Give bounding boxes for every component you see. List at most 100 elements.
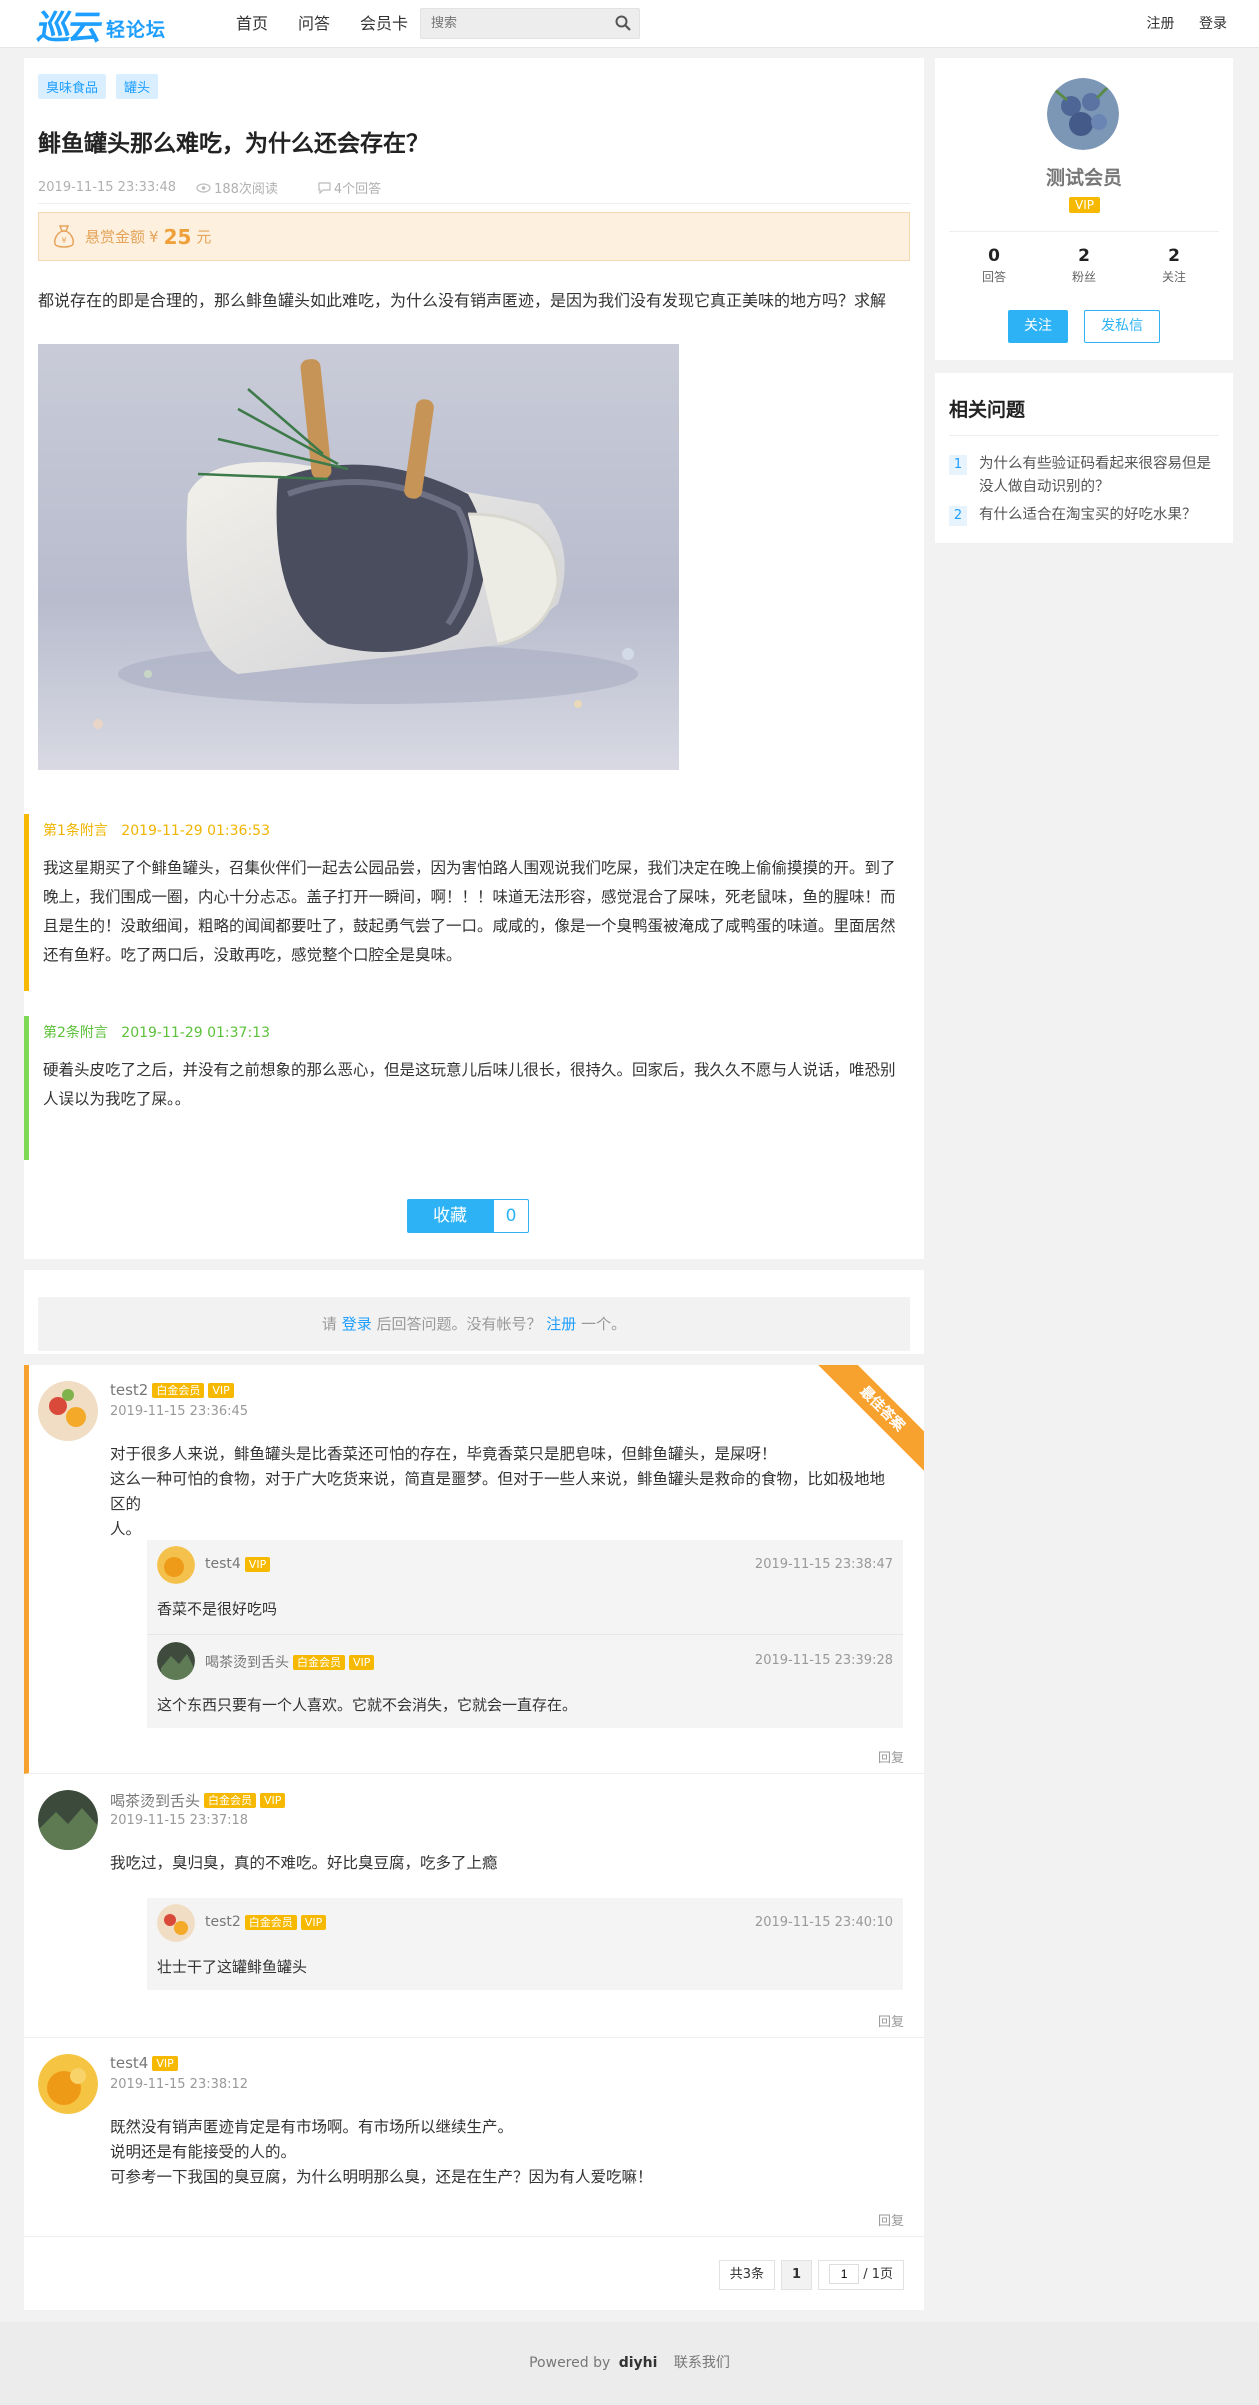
reward-unit: 元	[196, 228, 212, 246]
append-1: 第1条附言 2019-11-29 01:36:53 我这星期买了个鲱鱼罐头，召集…	[24, 814, 924, 991]
append-text: 我这星期买了个鲱鱼罐头，召集伙伴们一起去公园品尝，因为害怕路人围观说我们吃屎，我…	[43, 859, 896, 964]
question-card: 臭味食品 罐头 鲱鱼罐头那么难吃，为什么还会存在？ 2019-11-15 23:…	[24, 58, 924, 1259]
comment-icon	[318, 181, 331, 194]
reply-button[interactable]: 回复	[878, 2011, 904, 2030]
related-title: 相关问题	[949, 399, 1026, 421]
append-time: 2019-11-29 01:36:53	[121, 823, 270, 839]
answer-time: 2019-11-15 23:38:12	[110, 2077, 249, 2092]
badge-platinum: 白金会员	[293, 1654, 345, 1670]
favorite-control: 收藏 0	[407, 1199, 529, 1233]
related-item[interactable]: 1 为什么有些验证码看起来很容易但是没人做自动识别的？	[949, 453, 1221, 499]
related-num: 2	[949, 506, 967, 526]
append-time: 2019-11-29 01:37:13	[121, 1025, 270, 1041]
reward-amount: 25	[163, 224, 192, 249]
badge-vip: VIP	[349, 1654, 375, 1670]
stat-answers[interactable]: 0 回答	[949, 246, 1039, 285]
search-input[interactable]	[421, 9, 601, 38]
append-label: 第2条附言	[43, 1025, 108, 1041]
pager-input[interactable]	[829, 2264, 860, 2284]
reply-text: 这个东西只要有一个人喜欢。它就不会消失，它就会一直存在。	[157, 1696, 578, 1714]
answer-count: 4个回答	[333, 182, 382, 197]
login-link[interactable]: 登录	[342, 1315, 372, 1333]
search-box	[420, 8, 640, 39]
contact-link[interactable]: 联系我们	[674, 2355, 730, 2371]
logo-sub-text: 轻论坛	[106, 18, 167, 41]
favorite-count: 0	[493, 1199, 529, 1233]
badge-platinum: 白金会员	[204, 1793, 257, 1808]
reply-username[interactable]: test2	[205, 1914, 241, 1930]
nav-home[interactable]: 首页	[236, 0, 268, 48]
herring-photo	[38, 344, 679, 770]
answer-item: 最佳答案 test2 白金会员 VIP 2019-11-15 23:36:45 …	[24, 1365, 924, 1774]
logo-main-text: 巡云	[34, 7, 103, 48]
answer-username[interactable]: test4	[110, 2054, 148, 2072]
reply-list: test2 白金会员 VIP 2019-11-15 23:40:10 壮士干了这…	[147, 1898, 903, 1990]
reward-currency: ¥	[149, 227, 159, 246]
profile-avatar[interactable]	[1047, 78, 1119, 150]
stat-following[interactable]: 2 关注	[1129, 246, 1219, 285]
related-link[interactable]: 有什么适合在淘宝买的好吃水果？	[979, 507, 1197, 523]
reply-time: 2019-11-15 23:38:47	[754, 1557, 893, 1572]
avatar[interactable]	[38, 1790, 98, 1850]
register-link[interactable]: 注册	[1147, 16, 1175, 32]
reply-text: 壮士干了这罐鲱鱼罐头	[157, 1958, 308, 1976]
reply-button[interactable]: 回复	[878, 1747, 904, 1766]
reply-button[interactable]: 回复	[878, 2210, 904, 2229]
profile-card: 测试会员 VIP 0 回答 2 粉丝 2 关注 关注 发私信	[935, 58, 1233, 360]
tag-item[interactable]: 臭味食品	[38, 74, 107, 99]
avatar[interactable]	[38, 2054, 98, 2114]
main-nav: 首页 问答 会员卡	[236, 0, 438, 48]
related-link[interactable]: 为什么有些验证码看起来很容易但是没人做自动识别的？	[979, 456, 1211, 495]
answer-text: 对于很多人来说，鲱鱼罐头是比香菜还可怕的存在，毕竟香菜只是肥皂味，但鲱鱼罐头，是…	[110, 1445, 886, 1538]
eye-icon	[196, 182, 211, 193]
login-link[interactable]: 登录	[1199, 16, 1227, 32]
brand-link[interactable]: diyhi	[619, 2355, 658, 2371]
stat-followers[interactable]: 2 粉丝	[1039, 246, 1129, 285]
question-image	[38, 344, 679, 770]
message-button[interactable]: 发私信	[1084, 310, 1160, 343]
avatar[interactable]	[157, 1642, 195, 1680]
related-item[interactable]: 2 有什么适合在淘宝买的好吃水果？	[949, 504, 1221, 527]
answer-time: 2019-11-15 23:36:45	[110, 1404, 249, 1419]
powered-by: Powered by	[529, 2355, 611, 2371]
reply-username[interactable]: test4	[205, 1556, 241, 1572]
footer: Powered by diyhi 联系我们	[0, 2322, 1259, 2405]
reply-username[interactable]: 喝茶烫到舌头	[205, 1652, 289, 1672]
reply-time: 2019-11-15 23:40:10	[754, 1915, 893, 1930]
favorite-button[interactable]: 收藏	[407, 1199, 493, 1233]
search-icon[interactable]	[615, 15, 631, 31]
avatar[interactable]	[157, 1546, 195, 1584]
register-link[interactable]: 注册	[546, 1315, 576, 1333]
badge-platinum: 白金会员	[244, 1914, 297, 1930]
tag-item[interactable]: 罐头	[116, 74, 159, 99]
reply-list: test4 VIP 2019-11-15 23:38:47 香菜不是很好吃吗 喝…	[147, 1540, 903, 1728]
login-tip: 请 登录 后回答问题。没有帐号？ 注册 一个。	[38, 1297, 910, 1351]
nav-membership[interactable]: 会员卡	[360, 0, 408, 48]
answer-username[interactable]: test2	[110, 1381, 148, 1399]
avatar[interactable]	[38, 1381, 98, 1441]
avatar[interactable]	[157, 1904, 195, 1942]
account-links: 注册 登录	[1127, 0, 1227, 48]
related-card: 相关问题 1 为什么有些验证码看起来很容易但是没人做自动识别的？ 2 有什么适合…	[935, 373, 1233, 543]
question-body: 都说存在的即是合理的，那么鲱鱼罐头如此难吃，为什么没有销声匿迹，是因为我们没有发…	[38, 291, 887, 310]
answer-username[interactable]: 喝茶烫到舌头	[110, 1790, 200, 1811]
pager-pages: / 1页	[863, 2267, 893, 2282]
pager-current[interactable]: 1	[781, 2260, 813, 2290]
money-bag-icon: ¥	[54, 224, 74, 248]
site-logo[interactable]: 巡云 轻论坛	[35, 5, 167, 48]
question-title: 鲱鱼罐头那么难吃，为什么还会存在？	[38, 131, 429, 157]
question-time: 2019-11-15 23:33:48	[38, 180, 177, 195]
badge-vip: VIP	[152, 2055, 178, 2071]
reply-item: test4 VIP 2019-11-15 23:38:47 香菜不是很好吃吗	[147, 1540, 903, 1635]
badge-vip: VIP	[208, 1382, 234, 1398]
svg-text:¥: ¥	[61, 236, 66, 245]
nav-qa[interactable]: 问答	[298, 0, 330, 48]
badge-vip: VIP	[260, 1793, 286, 1808]
reply-item: 喝茶烫到舌头 白金会员 VIP 2019-11-15 23:39:28 这个东西…	[147, 1636, 903, 1728]
profile-stats: 0 回答 2 粉丝 2 关注	[949, 231, 1219, 285]
related-num: 1	[949, 455, 967, 475]
badge-vip: VIP	[244, 1556, 271, 1572]
follow-button[interactable]: 关注	[1008, 310, 1068, 343]
reply-item: test2 白金会员 VIP 2019-11-15 23:40:10 壮士干了这…	[147, 1898, 903, 1990]
question-meta: 2019-11-15 23:33:48 188次阅读 4个回答	[38, 178, 910, 204]
